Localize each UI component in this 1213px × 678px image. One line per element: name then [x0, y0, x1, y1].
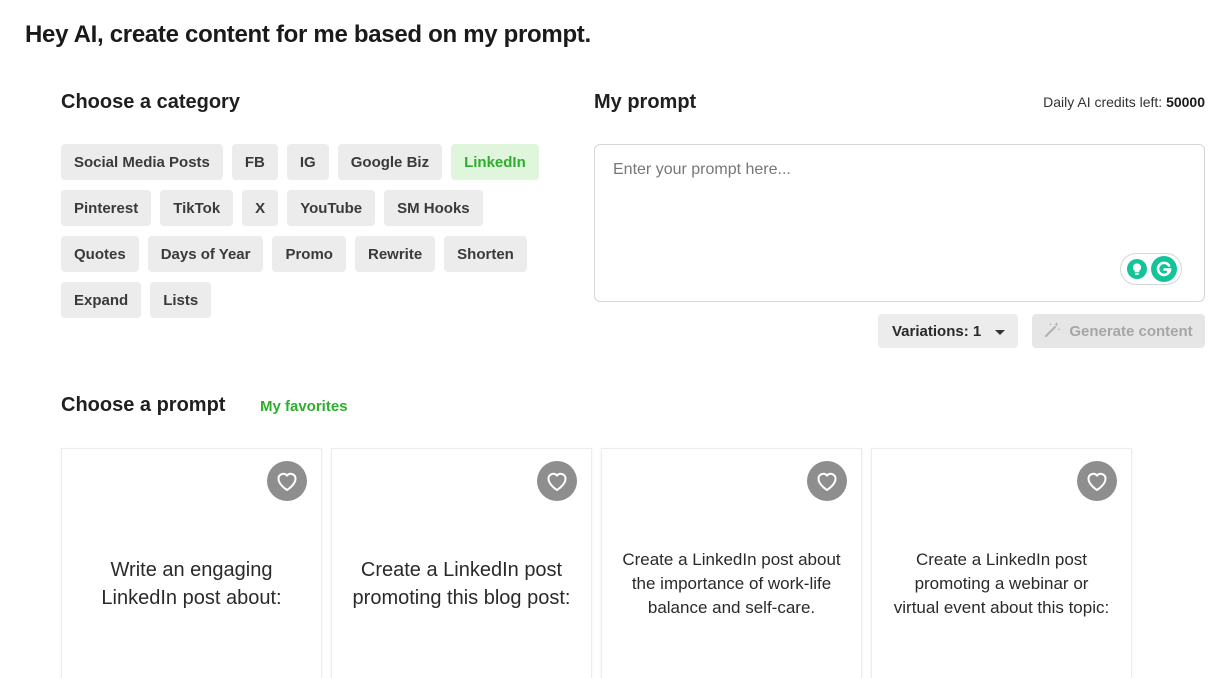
choose-prompt-heading: Choose a prompt — [61, 394, 226, 416]
category-chip[interactable]: Google Biz — [337, 144, 443, 180]
prompt-card[interactable]: Create a LinkedIn post promoting this bl… — [331, 448, 592, 678]
variations-label: Variations: 1 — [892, 322, 982, 340]
category-chip[interactable]: X — [242, 190, 279, 226]
prompt-heading: My prompt — [594, 91, 697, 113]
category-chip-list: Social Media Posts FB IG Google Biz LinkedIn… — [61, 144, 551, 318]
category-chip[interactable]: IG — [286, 144, 329, 180]
prompt-card-text: Write an engaging LinkedIn post about: — [101, 559, 282, 609]
category-chip[interactable]: Pinterest — [61, 190, 152, 226]
prompt-card[interactable]: Create a LinkedIn post about the importa… — [601, 448, 862, 678]
favorite-button[interactable] — [267, 461, 307, 501]
prompt-card[interactable]: Write an engaging LinkedIn post about: — [61, 448, 322, 678]
prompt-card[interactable]: Create a LinkedIn post promoting a webin… — [871, 448, 1132, 678]
credits-value: 50000 — [1166, 94, 1205, 110]
prompt-box — [594, 144, 1205, 302]
favorite-button[interactable] — [537, 461, 577, 501]
heart-icon — [1085, 470, 1109, 492]
lightbulb-icon[interactable] — [1126, 258, 1148, 280]
heart-icon — [545, 470, 569, 492]
ai-credits-info: Daily AI credits left: 50000 — [1043, 94, 1205, 110]
caret-down-icon — [995, 330, 1006, 335]
grammarly-widget[interactable] — [1120, 253, 1182, 285]
category-chip[interactable]: Promo — [272, 236, 346, 272]
prompt-card-text: Create a LinkedIn post promoting this bl… — [352, 559, 571, 609]
generate-content-button[interactable]: Generate content — [1032, 314, 1205, 348]
prompt-card-text: Create a LinkedIn post about the importa… — [622, 550, 841, 617]
grammarly-icon[interactable] — [1150, 256, 1177, 282]
page-title: Hey AI, create content for me based on m… — [25, 21, 591, 48]
category-chip[interactable]: FB — [231, 144, 278, 180]
category-chip[interactable]: Lists — [150, 282, 212, 318]
category-chip[interactable]: Rewrite — [354, 236, 436, 272]
favorite-button[interactable] — [1077, 461, 1117, 501]
category-chip[interactable]: Days of Year — [147, 236, 264, 272]
category-chip[interactable]: Expand — [61, 282, 142, 318]
prompt-input[interactable] — [595, 145, 1204, 301]
category-chip[interactable]: TikTok — [160, 190, 234, 226]
favorite-button[interactable] — [807, 461, 847, 501]
category-heading: Choose a category — [61, 91, 240, 113]
heart-icon — [815, 470, 839, 492]
category-chip[interactable]: Social Media Posts — [61, 144, 223, 180]
prompt-card-list: Write an engaging LinkedIn post about: Cr… — [61, 448, 1132, 678]
category-chip[interactable]: YouTube — [287, 190, 376, 226]
generate-content-label: Generate content — [1069, 322, 1193, 340]
category-chip[interactable]: SM Hooks — [384, 190, 483, 226]
credits-label: Daily AI credits left: — [1043, 94, 1163, 110]
category-chip[interactable]: Shorten — [444, 236, 527, 272]
variations-dropdown[interactable]: Variations: 1 — [878, 314, 1018, 348]
magic-wand-icon — [1044, 321, 1061, 342]
category-chip[interactable]: Quotes — [61, 236, 139, 272]
my-favorites-link[interactable]: My favorites — [260, 398, 348, 415]
heart-icon — [275, 470, 299, 492]
prompt-card-text: Create a LinkedIn post promoting a webin… — [893, 550, 1110, 617]
category-chip[interactable]: LinkedIn — [451, 144, 539, 180]
